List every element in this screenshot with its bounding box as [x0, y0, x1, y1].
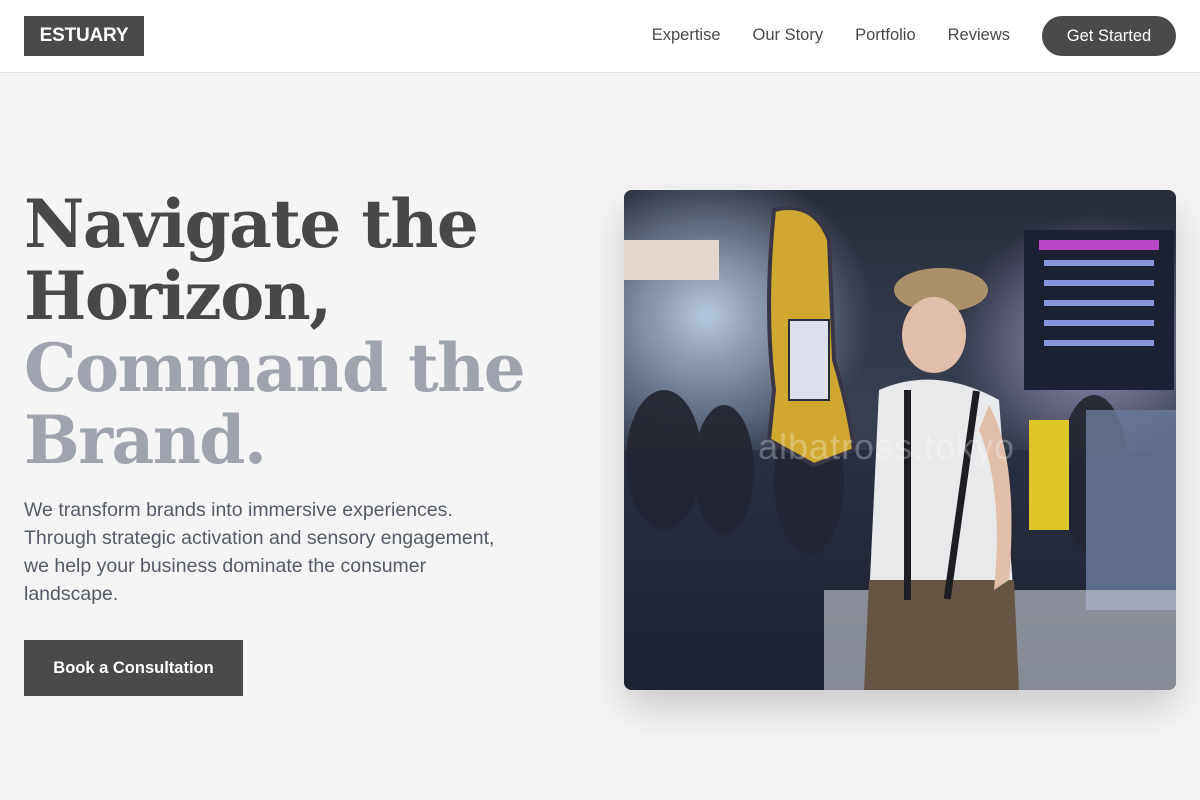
nav-link-expertise[interactable]: Expertise	[652, 24, 721, 46]
main-nav: Expertise Our Story Portfolio Reviews	[652, 24, 1010, 46]
hero-title-line-1: Navigate the	[24, 185, 479, 263]
hero-image: albatross.tokyo	[624, 190, 1176, 690]
hero-title-line-4: Brand.	[24, 401, 267, 479]
get-started-button[interactable]: Get Started	[1042, 16, 1176, 56]
book-consultation-button[interactable]: Book a Consultation	[24, 640, 243, 696]
hero-title-line-3: Command the	[24, 329, 526, 407]
hero-title-line-2: Horizon,	[24, 257, 332, 335]
nav-link-portfolio[interactable]: Portfolio	[855, 24, 916, 46]
hero-title: Navigate the Horizon, Command the Brand.	[24, 188, 584, 476]
brand-logo[interactable]: ESTUARY	[24, 16, 144, 56]
image-watermark: albatross.tokyo	[758, 426, 1016, 467]
site-header: ESTUARY Expertise Our Story Portfolio Re…	[0, 0, 1200, 73]
hero-subtitle: We transform brands into immersive exper…	[24, 499, 495, 605]
nav-link-reviews[interactable]: Reviews	[948, 24, 1010, 46]
nav-link-our-story[interactable]: Our Story	[753, 24, 824, 46]
